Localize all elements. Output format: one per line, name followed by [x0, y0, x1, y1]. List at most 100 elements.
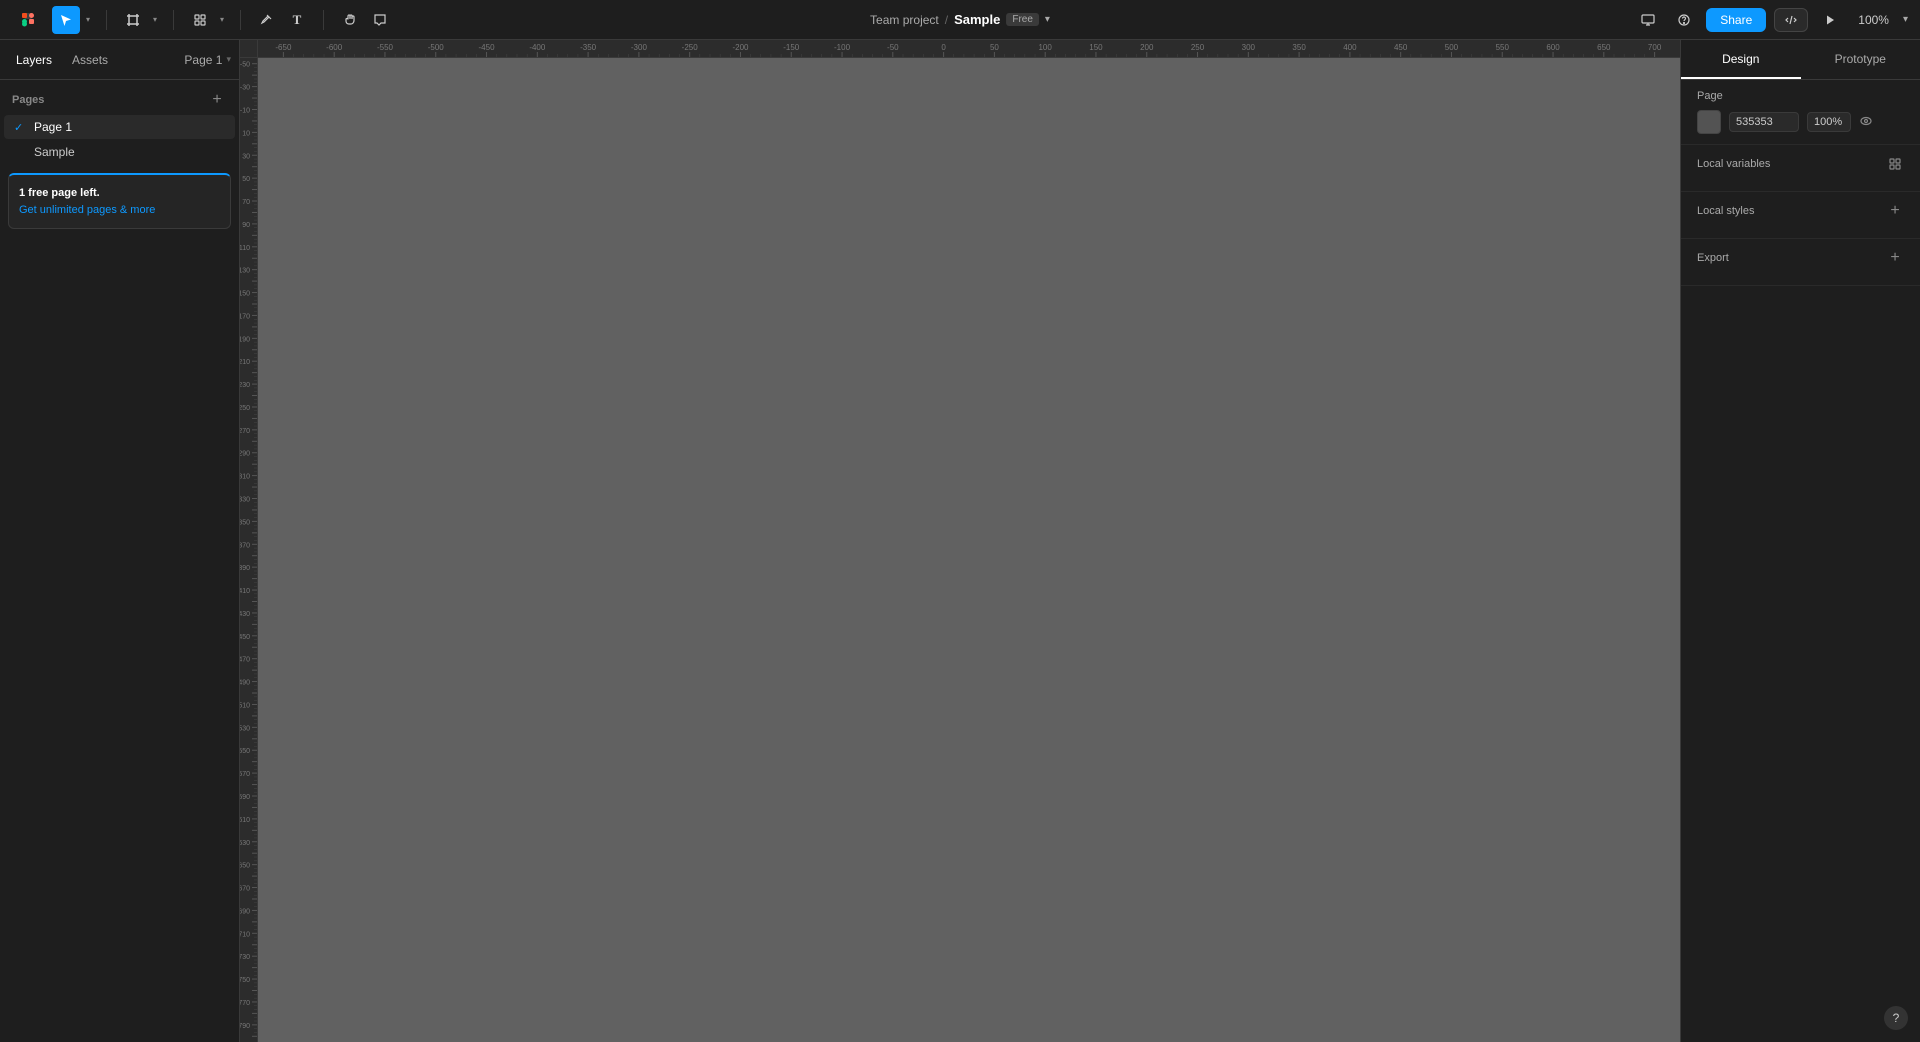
tool-comment[interactable]: [366, 6, 394, 34]
logo-button[interactable]: [12, 4, 44, 36]
dev-mode-button[interactable]: [1774, 8, 1808, 32]
upgrade-link[interactable]: Get unlimited pages & more: [19, 204, 155, 216]
ruler-h-svg: -650-600-550-500-450-400-350-300-250-200…: [258, 40, 1680, 58]
left-panel: Layers Assets Page 1 ▾ Pages + ✓ Page 1 …: [0, 40, 240, 1042]
project-team: Team project /: [870, 13, 948, 27]
topbar-right: Share 100% ▾: [1634, 6, 1908, 34]
svg-text:450: 450: [240, 634, 250, 641]
topbar: ▾ ▾: [0, 0, 1920, 40]
svg-text:550: 550: [1496, 43, 1510, 52]
help-icon[interactable]: [1670, 6, 1698, 34]
page-item-page1[interactable]: ✓ Page 1: [4, 115, 235, 139]
path-slash: /: [945, 13, 948, 27]
page-opacity-input[interactable]: [1807, 112, 1851, 132]
tool-group-draw: T: [249, 6, 315, 34]
svg-text:100: 100: [1038, 43, 1052, 52]
tab-design[interactable]: Design: [1681, 40, 1801, 79]
svg-text:170: 170: [240, 313, 250, 320]
local-variables-action-btn[interactable]: [1886, 155, 1904, 173]
file-dropdown-button[interactable]: ▾: [1045, 14, 1050, 25]
svg-text:50: 50: [242, 176, 250, 183]
svg-text:-250: -250: [682, 43, 699, 52]
svg-text:-50: -50: [240, 62, 250, 69]
export-add-button[interactable]: +: [1886, 249, 1904, 267]
ruler-corner: [240, 40, 258, 58]
add-page-button[interactable]: +: [207, 90, 227, 110]
local-variables-section: Local variables: [1681, 145, 1920, 192]
tool-divider-2: [173, 10, 174, 30]
tool-shape-dropdown[interactable]: ▾: [216, 6, 228, 34]
tool-frame-dropdown[interactable]: ▾: [149, 6, 161, 34]
svg-text:70: 70: [242, 199, 250, 206]
svg-text:590: 590: [240, 794, 250, 801]
main-area: Layers Assets Page 1 ▾ Pages + ✓ Page 1 …: [0, 40, 1920, 1042]
svg-text:130: 130: [240, 268, 250, 275]
tool-group-shape: ▾: [182, 6, 232, 34]
svg-text:-150: -150: [783, 43, 800, 52]
svg-text:610: 610: [240, 817, 250, 824]
visibility-toggle[interactable]: [1859, 114, 1873, 131]
page-item-sample[interactable]: ✓ Sample: [4, 140, 235, 164]
svg-text:310: 310: [240, 474, 250, 481]
page-color-swatch[interactable]: [1697, 110, 1721, 134]
presentation-icon[interactable]: [1634, 6, 1662, 34]
help-button[interactable]: ?: [1884, 1006, 1908, 1030]
page-selector[interactable]: Page 1 ▾: [184, 53, 231, 67]
zoom-dropdown-button[interactable]: ▾: [1903, 14, 1908, 25]
svg-text:230: 230: [240, 382, 250, 389]
svg-text:510: 510: [240, 702, 250, 709]
svg-text:630: 630: [240, 840, 250, 847]
page-section-header: Page: [1697, 90, 1904, 102]
tab-assets[interactable]: Assets: [64, 49, 116, 71]
file-name: Sample: [954, 12, 1000, 27]
tool-frame[interactable]: [119, 6, 147, 34]
tab-layers[interactable]: Layers: [8, 49, 60, 71]
svg-text:-10: -10: [240, 107, 250, 114]
svg-text:710: 710: [240, 931, 250, 938]
local-styles-section: Local styles +: [1681, 192, 1920, 239]
svg-text:300: 300: [1242, 43, 1256, 52]
topbar-center: Team project / Sample Free ▾: [870, 12, 1050, 27]
svg-text:370: 370: [240, 542, 250, 549]
zoom-value[interactable]: 100%: [1852, 10, 1895, 30]
tool-pen[interactable]: [253, 6, 281, 34]
canvas-area[interactable]: -650-600-550-500-450-400-350-300-250-200…: [240, 40, 1680, 1042]
present-button[interactable]: [1816, 6, 1844, 34]
svg-text:350: 350: [240, 519, 250, 526]
tool-group-view: [332, 6, 398, 34]
svg-text:390: 390: [240, 565, 250, 572]
tool-hand[interactable]: [336, 6, 364, 34]
page-color-hex-input[interactable]: [1729, 112, 1799, 132]
svg-text:210: 210: [240, 359, 250, 366]
svg-text:0: 0: [941, 43, 946, 52]
share-button[interactable]: Share: [1706, 8, 1766, 32]
svg-text:150: 150: [240, 291, 250, 298]
svg-text:-200: -200: [732, 43, 749, 52]
svg-text:30: 30: [242, 153, 250, 160]
svg-text:250: 250: [1191, 43, 1205, 52]
svg-text:410: 410: [240, 588, 250, 595]
tool-move-dropdown[interactable]: ▾: [82, 6, 94, 34]
right-panel: Design Prototype Page: [1680, 40, 1920, 1042]
svg-text:430: 430: [240, 611, 250, 618]
export-section-header: Export +: [1697, 249, 1904, 267]
canvas-content[interactable]: [258, 58, 1680, 1042]
tool-move[interactable]: [52, 6, 80, 34]
upgrade-banner: 1 free page left. Get unlimited pages & …: [8, 173, 231, 229]
svg-text:50: 50: [990, 43, 999, 52]
export-section: Export +: [1681, 239, 1920, 286]
tool-group-select: ▾: [48, 6, 98, 34]
tool-text[interactable]: T: [283, 6, 311, 34]
svg-text:750: 750: [240, 977, 250, 984]
svg-text:290: 290: [240, 451, 250, 458]
page-color-row: [1697, 110, 1904, 134]
tab-prototype[interactable]: Prototype: [1801, 40, 1920, 79]
svg-text:650: 650: [240, 863, 250, 870]
local-styles-add-button[interactable]: +: [1886, 202, 1904, 220]
pages-header: Pages +: [0, 80, 239, 114]
svg-text:700: 700: [1648, 43, 1662, 52]
svg-text:790: 790: [240, 1023, 250, 1030]
svg-text:650: 650: [1597, 43, 1611, 52]
svg-text:-300: -300: [631, 43, 648, 52]
tool-components[interactable]: [186, 6, 214, 34]
